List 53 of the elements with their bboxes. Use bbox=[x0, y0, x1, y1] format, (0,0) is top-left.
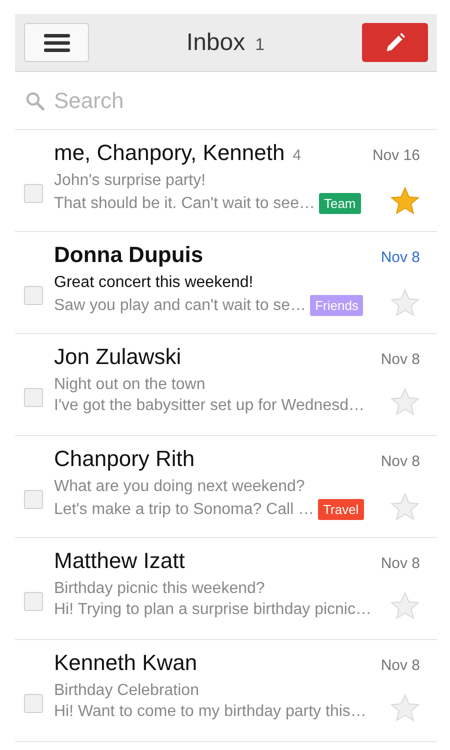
message-snippet: I've got the babysitter set up for Wednesd… bbox=[54, 397, 364, 415]
message-date: Nov 8 bbox=[380, 453, 420, 470]
message-row[interactable]: Kenneth Kwan Nov 8 Birthday Celebration Hi! Want to come to my birthday party this… bbox=[15, 640, 437, 742]
menu-icon bbox=[44, 34, 70, 52]
star-icon[interactable] bbox=[390, 186, 420, 216]
checkbox[interactable] bbox=[24, 388, 43, 407]
message-subject: John's surprise party! bbox=[54, 172, 207, 190]
message-date: Nov 8 bbox=[380, 249, 420, 266]
message-row[interactable]: Matthew Izatt Nov 8 Birthday picnic this weekend? Hi! Trying to plan a surprise birthday picnic… bbox=[15, 538, 437, 640]
message-label: Travel bbox=[318, 499, 364, 520]
message-label: Team bbox=[318, 193, 361, 214]
unread-count: 1 bbox=[255, 34, 265, 54]
inbox-title: Inbox bbox=[186, 28, 246, 56]
message-date: Nov 8 bbox=[380, 657, 420, 674]
message-subject: Birthday Celebration bbox=[54, 682, 200, 700]
message-snippet: Hi! Want to come to my birthday party this… bbox=[54, 703, 366, 721]
checkbox[interactable] bbox=[24, 694, 43, 713]
message-snippet: That should be it. Can't wait to see… bbox=[54, 194, 315, 212]
message-subject: Night out on the town bbox=[54, 376, 206, 394]
sender-name: Jon Zulawski bbox=[54, 344, 182, 370]
star-icon[interactable] bbox=[390, 387, 420, 417]
message-subject: What are you doing next weekend? bbox=[54, 478, 306, 496]
sender-name: me, Chanpory, Kenneth bbox=[54, 140, 285, 166]
checkbox[interactable] bbox=[24, 592, 43, 611]
checkbox[interactable] bbox=[24, 184, 43, 203]
sender-name: Kenneth Kwan bbox=[54, 650, 198, 676]
message-date: Nov 8 bbox=[380, 555, 420, 572]
message-subject: Birthday picnic this weekend? bbox=[54, 580, 266, 598]
message-row[interactable]: me, Chanpory, Kenneth 4 Nov 16 John's surprise party! That should be it. Can't wait to see… Team bbox=[15, 130, 437, 232]
star-icon[interactable] bbox=[390, 693, 420, 723]
sender-name: Donna Dupuis bbox=[54, 242, 204, 268]
message-snippet: Hi! Trying to plan a surprise birthday picnic… bbox=[54, 601, 372, 619]
search-icon bbox=[25, 90, 45, 110]
checkbox[interactable] bbox=[24, 286, 43, 305]
message-snippet: Saw you play and can't wait to se… bbox=[54, 296, 306, 314]
sender-name: Matthew Izatt bbox=[54, 548, 185, 574]
pencil-icon bbox=[384, 32, 406, 54]
star-icon[interactable] bbox=[390, 492, 420, 522]
menu-button[interactable] bbox=[24, 23, 89, 62]
compose-button[interactable] bbox=[362, 23, 428, 62]
thread-count: 4 bbox=[292, 147, 302, 164]
message-label: Friends bbox=[310, 295, 364, 316]
checkbox[interactable] bbox=[24, 490, 43, 509]
message-snippet: Let's make a trip to Sonoma? Call … bbox=[54, 500, 314, 518]
message-date: Nov 8 bbox=[380, 351, 420, 368]
star-icon[interactable] bbox=[390, 591, 420, 621]
star-icon[interactable] bbox=[390, 288, 420, 318]
message-row[interactable]: Jon Zulawski Nov 8 Night out on the town I've got the babysitter set up for Wednesd… bbox=[15, 334, 437, 436]
message-date: Nov 16 bbox=[372, 147, 420, 164]
message-row[interactable]: Donna Dupuis Nov 8 Great concert this weekend! Saw you play and can't wait to se… Friends bbox=[15, 232, 437, 334]
sender-name: Chanpory Rith bbox=[54, 446, 195, 472]
message-row[interactable]: Chanpory Rith Nov 8 What are you doing next weekend? Let's make a trip to Sonoma? Call … Travel bbox=[15, 436, 437, 538]
message-subject: Great concert this weekend! bbox=[54, 274, 254, 292]
